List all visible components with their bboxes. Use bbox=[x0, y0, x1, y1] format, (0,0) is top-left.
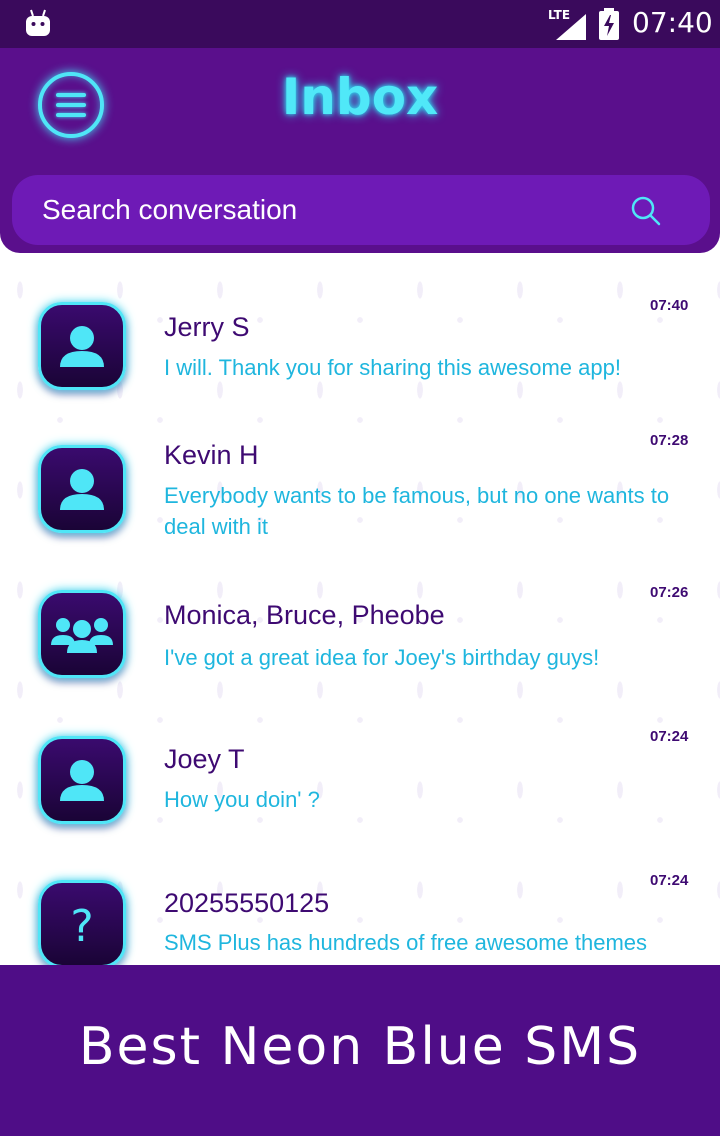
app-header: Inbox bbox=[0, 48, 720, 253]
message-preview: How you doin' ? bbox=[164, 787, 320, 812]
person-icon bbox=[38, 736, 126, 824]
conversation-item[interactable]: Joey T How you doin' ? 07:24 bbox=[0, 710, 720, 850]
search-icon[interactable] bbox=[630, 195, 662, 227]
page-title: Inbox bbox=[281, 68, 439, 126]
conversation-item[interactable]: Jerry S I will. Thank you for sharing th… bbox=[0, 260, 720, 400]
contact-name: Kevin H bbox=[164, 440, 259, 470]
message-preview: SMS Plus has hundreds of free awesome th… bbox=[164, 930, 648, 955]
message-time: 07:24 bbox=[650, 872, 689, 889]
conversation-item[interactable]: ? 20255550125 SMS Plus has hundreds of f… bbox=[0, 850, 720, 965]
android-icon bbox=[26, 9, 50, 36]
contact-name: Monica, Bruce, Pheobe bbox=[164, 600, 445, 630]
message-time: 07:24 bbox=[650, 728, 689, 745]
svg-text:?: ? bbox=[70, 901, 93, 952]
status-clock: 07:40 bbox=[632, 6, 713, 39]
search-input[interactable] bbox=[42, 175, 602, 245]
promo-banner: Best Neon Blue SMS bbox=[0, 965, 720, 1136]
search-bar bbox=[12, 175, 710, 245]
conversation-list: Jerry S I will. Thank you for sharing th… bbox=[0, 260, 720, 965]
message-preview: I've got a great idea for Joey's birthda… bbox=[164, 645, 600, 670]
contact-name: Joey T bbox=[164, 744, 245, 774]
contact-name: Jerry S bbox=[164, 312, 250, 342]
contact-name: 20255550125 bbox=[164, 888, 330, 918]
battery-charging-icon bbox=[599, 8, 619, 40]
message-time: 07:40 bbox=[650, 297, 689, 314]
unknown-contact-icon: ? bbox=[38, 880, 126, 965]
conversation-item[interactable]: Kevin H Everybody wants to be famous, bu… bbox=[0, 400, 720, 560]
promo-text: Best Neon Blue SMS bbox=[78, 1017, 642, 1077]
group-icon bbox=[38, 590, 126, 678]
person-icon bbox=[38, 302, 126, 390]
message-time: 07:28 bbox=[650, 432, 689, 449]
conversation-item[interactable]: Monica, Bruce, Pheobe I've got a great i… bbox=[0, 560, 720, 710]
message-time: 07:26 bbox=[650, 584, 689, 601]
message-preview: Everybody wants to be famous, but no one… bbox=[164, 483, 670, 539]
person-icon bbox=[38, 445, 126, 533]
message-preview: I will. Thank you for sharing this aweso… bbox=[164, 355, 621, 380]
status-bar: LTE 07:40 bbox=[0, 0, 720, 48]
lte-signal-icon: LTE bbox=[548, 8, 588, 40]
